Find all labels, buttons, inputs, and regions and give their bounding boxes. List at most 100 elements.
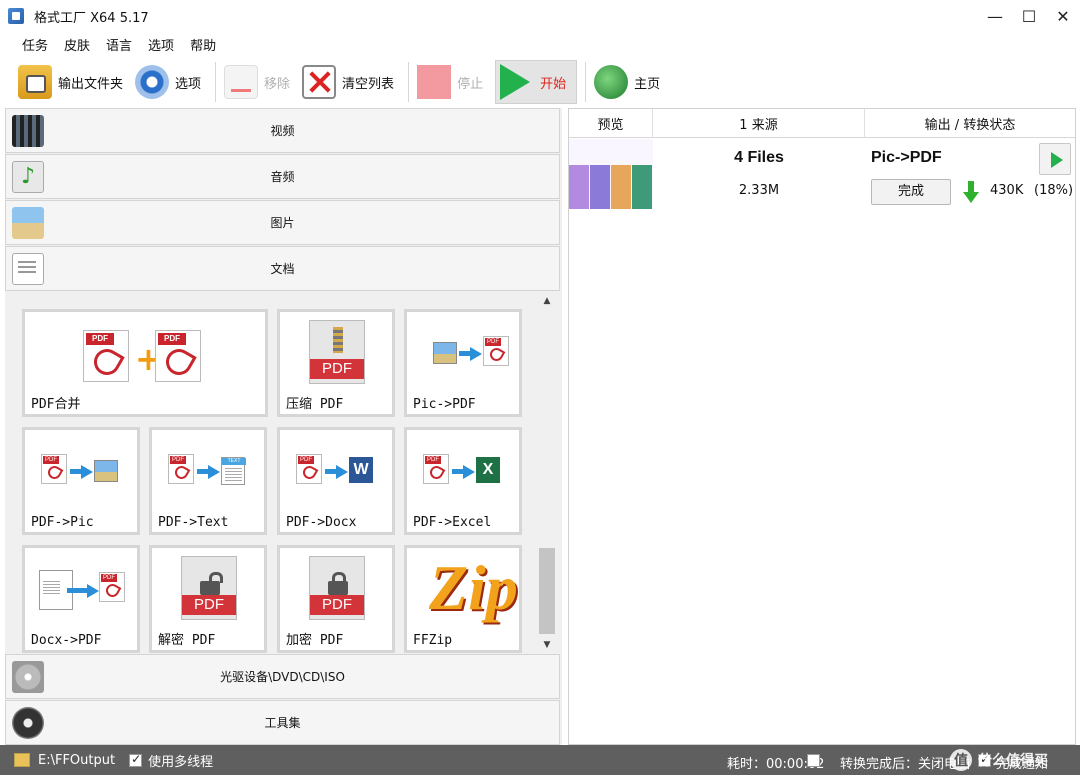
locked-pdf-icon: PDF <box>309 556 365 620</box>
menu-skin[interactable]: 皮肤 <box>56 35 98 54</box>
tiles-scrollbar[interactable]: ▲ ▼ <box>536 292 558 654</box>
arrow-right-icon <box>336 465 348 479</box>
home-label: 主页 <box>634 76 661 92</box>
source-size: 2.33M <box>738 183 780 198</box>
folder-icon <box>18 65 52 99</box>
home-button[interactable]: 主页 <box>594 60 666 104</box>
tile-decrypt-pdf[interactable]: PDF 解密 PDF <box>149 545 267 653</box>
category-audio[interactable]: 音频 <box>5 154 560 199</box>
tile-label: PDF->Excel <box>413 515 492 530</box>
preview-thumbnail <box>569 139 653 209</box>
category-label: 图片 <box>270 216 295 230</box>
tile-ffzip[interactable]: Zip FFZip <box>404 545 522 653</box>
clear-list-button[interactable]: 清空列表 <box>302 60 400 104</box>
output-folder-button[interactable]: 输出文件夹 <box>18 60 129 104</box>
arrow-right-icon <box>208 465 220 479</box>
category-picture[interactable]: 图片 <box>5 200 560 245</box>
pdf-file-icon: PDF <box>155 330 201 382</box>
output-path[interactable]: E:\FFOutput <box>38 753 115 768</box>
globe-icon <box>594 65 629 99</box>
minimize-button[interactable]: — <box>978 0 1012 32</box>
acrobat-icon <box>45 463 64 482</box>
category-label: 工具集 <box>264 716 301 730</box>
output-type: Pic->PDF <box>871 149 942 166</box>
scrollbar-thumb[interactable] <box>539 548 555 634</box>
task-row[interactable]: 4 Files 2.33M Pic->PDF 完成 430K (18%) <box>569 139 1075 211</box>
output-size: 430K <box>990 183 1024 198</box>
status-bar: E:\FFOutput 使用多线程 耗时：00:00:02 转换完成后：关闭电脑… <box>0 745 1080 775</box>
task-table-header: 预览 1 来源 输出 / 转换状态 <box>569 109 1075 138</box>
multithread-checkbox[interactable] <box>129 752 143 767</box>
arrow-right-icon <box>87 584 99 598</box>
tile-label: PDF->Pic <box>31 515 94 530</box>
column-header-status[interactable]: 输出 / 转换状态 <box>865 109 1075 138</box>
category-disc[interactable]: 光驱设备\DVD\CD\ISO <box>5 654 560 699</box>
arrow-right-icon <box>81 465 93 479</box>
tile-pdf-to-docx[interactable]: PDF W PDF->Docx <box>277 427 395 535</box>
category-video[interactable]: 视频 <box>5 108 560 153</box>
acrobat-icon <box>89 344 125 380</box>
shutdown-after-checkbox[interactable] <box>807 754 820 767</box>
pdf-tag: PDF <box>425 456 441 464</box>
pdf-file-icon: PDF <box>168 454 194 484</box>
pdf-tag: PDF <box>101 574 117 582</box>
watermark-logo-icon: 值 <box>950 749 972 771</box>
column-header-preview[interactable]: 预览 <box>569 109 653 138</box>
disc-drive-icon <box>12 660 44 693</box>
document-pencil-icon <box>12 252 44 285</box>
pdf-file-icon: PDF <box>99 572 125 602</box>
tile-pdf-to-pic[interactable]: PDF PDF->Pic <box>22 427 140 535</box>
options-button[interactable]: 选项 <box>135 60 207 104</box>
tile-compress-pdf[interactable]: PDF 压缩 PDF <box>277 309 395 417</box>
category-tools[interactable]: 工具集 <box>5 700 560 745</box>
menu-options[interactable]: 选项 <box>140 35 182 54</box>
status-done-button[interactable]: 完成 <box>871 179 951 205</box>
tile-label: Pic->PDF <box>413 397 476 412</box>
category-document[interactable]: 文档 <box>5 246 560 291</box>
thumbnail-strip <box>590 165 610 209</box>
landscape-picture-icon <box>12 206 44 239</box>
tile-pic-to-pdf[interactable]: PDF Pic->PDF <box>404 309 522 417</box>
folder-icon[interactable] <box>14 753 30 767</box>
close-button[interactable]: ✕ <box>1046 0 1080 32</box>
pdf-file-icon: PDF <box>296 454 322 484</box>
menu-task[interactable]: 任务 <box>14 35 56 54</box>
tile-label: Docx->PDF <box>31 633 102 648</box>
tile-pdf-merge[interactable]: PDF + PDF PDF合并 <box>22 309 268 417</box>
maximize-button[interactable]: ☐ <box>1012 0 1046 32</box>
play-output-button[interactable] <box>1039 143 1071 175</box>
thumbnail-strip <box>632 165 652 209</box>
start-button[interactable]: 开始 <box>495 60 578 104</box>
scroll-down-icon[interactable]: ▼ <box>536 636 558 654</box>
column-header-source[interactable]: 1 来源 <box>653 109 865 138</box>
lock-icon <box>328 572 348 595</box>
word-icon: W <box>349 457 373 483</box>
thumbnail-strip <box>611 165 631 209</box>
tile-label: 压缩 PDF <box>286 397 344 412</box>
menu-language[interactable]: 语言 <box>98 35 140 54</box>
pdf-tag: PDF <box>485 338 501 346</box>
toolbar: 输出文件夹 选项 移除 清空列表 停止 开始 主页 <box>0 58 1080 106</box>
toolbar-divider <box>585 62 587 102</box>
menu-bar: 任务 皮肤 语言 选项 帮助 <box>0 32 1080 56</box>
tile-docx-to-pdf[interactable]: PDF Docx->PDF <box>22 545 140 653</box>
acrobat-icon <box>103 581 122 600</box>
menu-help[interactable]: 帮助 <box>182 35 224 54</box>
category-label: 文档 <box>270 262 295 276</box>
category-label: 音频 <box>270 170 295 184</box>
stop-button[interactable]: 停止 <box>417 60 489 104</box>
tile-label: PDF合并 <box>31 397 81 412</box>
pdf-file-icon: PDF <box>423 454 449 484</box>
scroll-up-icon[interactable]: ▲ <box>536 292 558 310</box>
pdf-band: PDF <box>310 359 364 379</box>
tile-pdf-to-excel[interactable]: PDF X PDF->Excel <box>404 427 522 535</box>
pdf-tag: PDF <box>170 456 186 464</box>
document-tools-grid: PDF + PDF PDF合并 PDF 压缩 PDF PDF Pic->PDF … <box>5 292 560 654</box>
title-bar: 格式工厂 X64 5.17 — ☐ ✕ <box>0 0 1080 32</box>
conversion-panel: 视频 音频 图片 文档 PDF + PDF PDF合并 PDF 压缩 PDF P… <box>5 108 562 745</box>
tile-encrypt-pdf[interactable]: PDF 加密 PDF <box>277 545 395 653</box>
pdf-tag: PDF <box>298 456 314 464</box>
pdf-band: PDF <box>182 595 236 615</box>
remove-button[interactable]: 移除 <box>224 60 296 104</box>
tile-pdf-to-text[interactable]: PDF TEXT PDF->Text <box>149 427 267 535</box>
